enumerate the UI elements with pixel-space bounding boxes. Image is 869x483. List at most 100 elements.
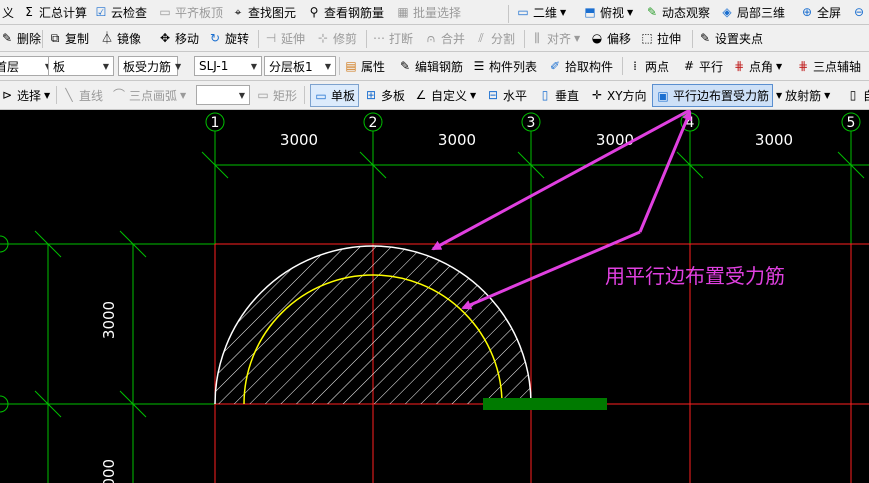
pick-component-label: 拾取构件: [565, 59, 614, 74]
multi-slab-button[interactable]: ⊞ 多板: [364, 81, 405, 109]
edit-rebar-button[interactable]: ✎ 编辑钢筋: [398, 52, 463, 80]
grip-label: 设置夹点: [715, 31, 764, 46]
stretch-button[interactable]: ⬚ 拉伸: [640, 25, 681, 51]
multi-slab-icon: ⊞: [365, 88, 377, 102]
delete-button[interactable]: ✎ 删除: [0, 25, 41, 51]
single-slab-button[interactable]: ▭ 单板: [310, 84, 360, 107]
rect-label: 矩形: [273, 88, 298, 103]
parallel-button[interactable]: # 平行: [682, 52, 723, 80]
two-points-label: 两点: [645, 59, 670, 74]
batch-select-button[interactable]: ▦ 批量选择: [396, 0, 461, 24]
batch-select-icon: ▦: [397, 5, 409, 19]
radial-dropdown[interactable]: ▼ 放射筋 ▼: [776, 81, 830, 109]
merge-icon: ⩀: [426, 31, 436, 45]
line-button[interactable]: ╲ 直线: [62, 81, 103, 109]
flat-top-button[interactable]: ▭ 平齐板顶: [158, 0, 223, 24]
arc-dropdown[interactable]: ⌒ 三点画弧 ▼: [112, 81, 186, 109]
merge-button[interactable]: ⩀ 合并: [424, 25, 465, 51]
vertical-button[interactable]: ▯ 垂直: [538, 81, 579, 109]
grip-icon: ✎: [699, 31, 711, 45]
calc-button[interactable]: Σ 汇总计算: [22, 0, 87, 24]
cloud-check-button[interactable]: ☑ 云检查: [94, 0, 147, 24]
chevron-down-icon: ▼: [324, 61, 331, 71]
point-angle-dropdown[interactable]: ⋕ 点角 ▼: [732, 52, 782, 80]
partial-button[interactable]: ▯自: [846, 81, 869, 109]
offset-icon: ◒: [591, 31, 603, 45]
category-select[interactable]: 板 ▼: [48, 56, 114, 76]
shape-select[interactable]: ▼: [196, 85, 250, 105]
find-element-button[interactable]: ⌖ 查找图元: [231, 0, 296, 24]
split-button[interactable]: ⫽ 分割: [474, 25, 515, 51]
dim-label: 3000: [596, 131, 634, 149]
dim-label-vertical: 3000: [100, 301, 118, 339]
view-rebar-button[interactable]: ⚲ 查看钢筋量: [307, 0, 384, 24]
copy-label: 复制: [65, 31, 90, 46]
partial-icon: ▯: [849, 88, 857, 102]
trim-icon: ⊹: [317, 31, 329, 45]
layer-select[interactable]: 分层板1 ▼: [264, 56, 336, 76]
parallel-edge-button[interactable]: ▣ 平行边布置受力筋: [652, 84, 774, 107]
rect-icon: ▭: [257, 88, 269, 102]
rect-button[interactable]: ▭ 矩形: [256, 81, 297, 109]
list-icon: ☰: [473, 59, 485, 73]
dim-label: 3000: [280, 131, 318, 149]
layer-value: 分层板1: [269, 59, 313, 74]
horizontal-button[interactable]: ⊟ 水平: [486, 81, 527, 109]
chevron-down-icon: ▼: [238, 90, 245, 100]
chevron-down-icon: ▼: [627, 7, 634, 17]
extend-icon: ⊣: [265, 31, 277, 45]
align-dropdown[interactable]: ⫼ 对齐 ▼: [530, 25, 580, 51]
custom-icon: ∠: [415, 88, 427, 102]
name-select[interactable]: SLJ-1 ▼: [194, 56, 262, 76]
local-3d-button[interactable]: ◈ 局部三维: [720, 0, 785, 24]
chevron-down-icon: ▼: [560, 7, 567, 17]
rotate-button[interactable]: ↻ 旋转: [208, 25, 249, 51]
view-mode-dropdown[interactable]: ▭ 二维 ▼: [516, 0, 566, 24]
custom-dropdown[interactable]: ∠ 自定义 ▼: [414, 81, 477, 109]
top-view-dropdown[interactable]: ⬒ 俯视 ▼: [583, 0, 633, 24]
view-rebar-icon: ⚲: [309, 5, 319, 19]
grip-button[interactable]: ✎ 设置夹点: [698, 25, 763, 51]
select-dropdown[interactable]: ⊳ 选择 ▼: [0, 81, 50, 109]
toolbar-component: 首层▼ 板▼ 板受力筋▼ SLJ-1▼ 分层板1▼ ▤属性 ✎编辑钢筋 ☰构件列…: [0, 52, 869, 81]
fullscreen-button[interactable]: ⊕ 全屏: [800, 0, 841, 24]
pick-component-button[interactable]: ✐ 拾取构件: [548, 52, 613, 80]
chevron-down-icon: ▼: [574, 33, 581, 43]
two-points-button[interactable]: ⁞ 两点: [628, 52, 669, 80]
parallel-edge-icon: ▣: [657, 88, 669, 103]
annotation-text: 用平行边布置受力筋: [605, 264, 785, 288]
three-point-aux-button[interactable]: ⋕ 三点辅轴: [796, 52, 861, 80]
zoom-out-button[interactable]: ⊖: [852, 0, 866, 24]
local-3d-label: 局部三维: [737, 5, 786, 20]
chevron-down-icon: ▼: [44, 90, 51, 100]
break-button[interactable]: ⋯ 打断: [372, 25, 413, 51]
parallel-edge-label: 平行边布置受力筋: [673, 89, 770, 103]
cursor-icon: ⊳: [1, 88, 13, 102]
offset-button[interactable]: ◒ 偏移: [590, 25, 631, 51]
eyedropper-icon: ✐: [549, 59, 561, 73]
top-view-icon: ⬒: [584, 5, 596, 19]
three-point-aux-label: 三点辅轴: [813, 59, 862, 74]
component-list-button[interactable]: ☰ 构件列表: [472, 52, 537, 80]
menu-partial[interactable]: 义: [2, 0, 14, 24]
axis-label-1: 1: [211, 115, 220, 131]
mirror-button[interactable]: ⏃ 镜像: [100, 25, 141, 51]
offset-label: 偏移: [607, 31, 632, 46]
dynamic-view-button[interactable]: ✎ 动态观察: [645, 0, 710, 24]
xy-direction-button[interactable]: ✛ XY方向: [590, 81, 647, 109]
extend-button[interactable]: ⊣ 延伸: [264, 25, 305, 51]
copy-button[interactable]: ⧉ 复制: [48, 25, 89, 51]
merge-label: 合并: [441, 31, 466, 46]
component-list-label: 构件列表: [489, 59, 538, 74]
type-select[interactable]: 板受力筋 ▼: [118, 56, 181, 76]
properties-button[interactable]: ▤ 属性: [344, 52, 385, 80]
axis-label-5: 5: [847, 115, 856, 131]
sigma-icon: Σ: [25, 5, 33, 19]
chevron-down-icon: ▼: [102, 61, 109, 71]
flat-top-icon: ▭: [159, 5, 171, 19]
separator: [42, 30, 43, 48]
trim-button[interactable]: ⊹ 修剪: [316, 25, 357, 51]
name-value: SLJ-1: [199, 59, 229, 73]
move-button[interactable]: ✥ 移动: [158, 25, 199, 51]
drawing-canvas[interactable]: 1 2 3 4 5 3000 3000 3000 3000 3000 3000 …: [0, 110, 869, 483]
